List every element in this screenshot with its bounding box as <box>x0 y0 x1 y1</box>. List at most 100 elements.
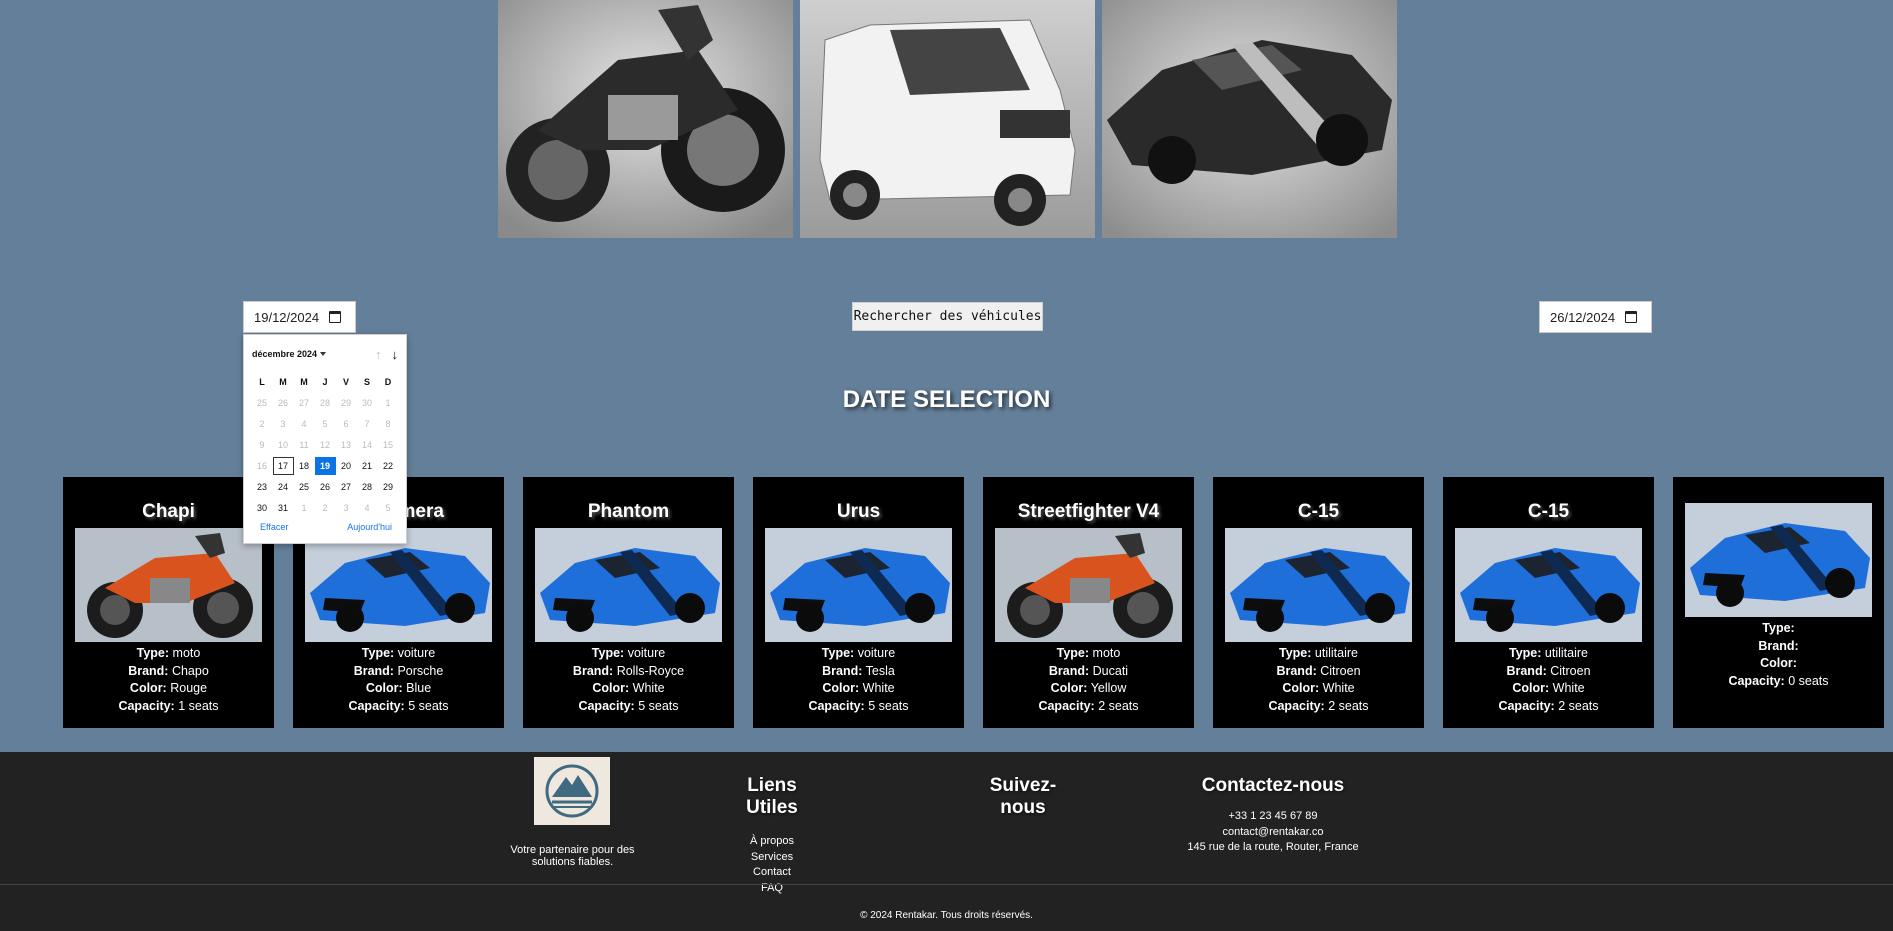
vehicle-brand: Brand: <box>1758 638 1799 653</box>
vehicle-image <box>305 528 492 642</box>
footer-link[interactable]: Services <box>722 850 822 866</box>
calendar-day[interactable]: 6 <box>336 415 357 433</box>
clear-button[interactable]: Effacer <box>260 522 288 532</box>
calendar-day[interactable]: 3 <box>336 499 357 517</box>
calendar-day[interactable]: 3 <box>273 415 294 433</box>
calendar-day[interactable]: 30 <box>357 394 378 412</box>
vehicle-capacity: Capacity: 1 seats <box>118 698 219 713</box>
calendar-day[interactable]: 22 <box>378 457 399 475</box>
calendar-day[interactable]: 27 <box>336 478 357 496</box>
calendar-day[interactable]: 15 <box>378 436 399 454</box>
footer-link[interactable]: À propos <box>722 834 822 850</box>
vehicle-color: Color: Yellow <box>1050 681 1127 696</box>
arrow-up-icon[interactable]: ↑ <box>375 347 382 362</box>
end-date-input[interactable]: 26/12/2024 <box>1539 301 1652 333</box>
vehicle-card[interactable]: Phantom Type: voiture Brand: Rolls-Royce Co… <box>523 477 734 728</box>
vehicle-brand: Brand: Porsche <box>353 663 444 678</box>
calendar-day[interactable]: 2 <box>252 415 273 433</box>
useful-links-title: Liens Utiles <box>746 775 798 818</box>
vehicle-brand: Brand: Tesla <box>822 663 895 678</box>
hero-image-van <box>800 0 1095 238</box>
vehicle-name: Streetfighter V4 <box>1017 501 1160 522</box>
calendar-day[interactable]: 18 <box>294 457 315 475</box>
calendar-day[interactable]: 10 <box>273 436 294 454</box>
vehicle-color: Color: White <box>592 681 665 696</box>
vehicle-image <box>765 528 952 642</box>
calendar-day[interactable]: 5 <box>315 415 336 433</box>
month-label: décembre 2024 <box>252 349 318 359</box>
vehicle-image <box>1685 503 1872 617</box>
vehicle-color: Color: Rouge <box>129 681 208 696</box>
hero-image-motorcycle <box>498 0 793 238</box>
date-picker-popup: décembre 2024 ↑ ↓ L M M J V S D 25 26 27 28 29 30 1 2 3… <box>243 334 407 544</box>
vehicle-type: Type: voiture <box>361 646 436 660</box>
vehicle-card[interactable]: Urus Type: voiture Brand: Tesla Color: Whit… <box>753 477 964 728</box>
calendar-day[interactable]: 25 <box>294 478 315 496</box>
vehicle-capacity: Capacity: 0 seats <box>1728 673 1829 688</box>
calendar-day[interactable]: 16 <box>252 457 273 475</box>
calendar-day[interactable]: 30 <box>252 499 273 517</box>
calendar-day[interactable]: 17 <box>272 457 294 475</box>
calendar-day[interactable]: 1 <box>294 499 315 517</box>
calendar-day[interactable]: 27 <box>294 394 315 412</box>
search-vehicles-button[interactable]: Rechercher des véhicules <box>852 302 1043 331</box>
contact-title: Contactez-nous <box>1201 775 1345 796</box>
calendar-day[interactable]: 28 <box>357 478 378 496</box>
calendar-day[interactable]: 21 <box>357 457 378 475</box>
vehicle-type: Type: <box>1762 621 1795 635</box>
footer-tagline: Votre partenaire pour des solutions fiab… <box>510 844 635 868</box>
hero-image-sportscar <box>1102 0 1397 238</box>
start-date-input[interactable]: 19/12/2024 <box>243 301 356 333</box>
vehicle-name: Urus <box>836 501 881 522</box>
calendar-day[interactable]: 1 <box>378 394 399 412</box>
arrow-down-icon[interactable]: ↓ <box>392 347 399 362</box>
contact-phone: +33 1 23 45 67 89 <box>1228 810 1318 822</box>
weekday-label: V <box>342 377 349 387</box>
vehicle-image <box>995 528 1182 642</box>
vehicle-type: Type: moto <box>1056 646 1121 660</box>
vehicle-brand: Brand: Citroen <box>1506 663 1591 678</box>
vehicle-brand: Brand: Citroen <box>1276 663 1361 678</box>
footer-link[interactable]: FAQ <box>722 881 822 897</box>
vehicle-brand: Brand: Rolls-Royce <box>572 663 685 678</box>
contact-email: contact@rentakar.co <box>1222 825 1324 838</box>
today-button[interactable]: Aujourd'hui <box>347 522 392 532</box>
calendar-day[interactable]: 25 <box>252 394 273 412</box>
footer-link[interactable]: Contact <box>722 865 822 881</box>
calendar-day[interactable]: 31 <box>273 499 294 517</box>
calendar-day[interactable]: 19 <box>314 457 336 475</box>
calendar-day[interactable]: 9 <box>252 436 273 454</box>
calendar-day[interactable]: 29 <box>336 394 357 412</box>
calendar-day[interactable]: 8 <box>378 415 399 433</box>
vehicle-image <box>535 528 722 642</box>
weekday-label: M <box>300 377 308 387</box>
calendar-day[interactable]: 2 <box>315 499 336 517</box>
calendar-day[interactable]: 26 <box>315 478 336 496</box>
vehicle-card[interactable]: C-15 Type: utilitaire Brand: Citroen Color:… <box>1213 477 1424 728</box>
calendar-day[interactable]: 4 <box>294 415 315 433</box>
calendar-day[interactable]: 11 <box>294 436 315 454</box>
vehicle-color: Color: White <box>1512 681 1585 696</box>
vehicle-brand: Brand: Chapo <box>128 663 209 678</box>
calendar-day[interactable]: 4 <box>357 499 378 517</box>
calendar-icon[interactable] <box>329 311 342 323</box>
calendar-day[interactable]: 23 <box>252 478 273 496</box>
vehicle-card[interactable]: C-15 Type: utilitaire Brand: Citroen Color:… <box>1443 477 1654 728</box>
calendar-day[interactable]: 12 <box>315 436 336 454</box>
month-selector[interactable]: décembre 2024 <box>252 349 327 359</box>
calendar-icon[interactable] <box>1625 311 1638 323</box>
calendar-day[interactable]: 26 <box>273 394 294 412</box>
calendar-day[interactable]: 28 <box>315 394 336 412</box>
calendar-day[interactable]: 20 <box>336 457 357 475</box>
calendar-day[interactable]: 5 <box>378 499 399 517</box>
vehicle-card[interactable]: Streetfighter V4 Type: moto Brand: Ducati C… <box>983 477 1194 728</box>
contact-section: Contactez-nous +33 1 23 45 67 89 contact… <box>1180 775 1366 856</box>
calendar-day[interactable]: 24 <box>273 478 294 496</box>
vehicle-card[interactable]: Type: Brand: Color: Capacity: 0 seats <box>1673 477 1884 728</box>
vehicle-brand: Brand: Ducati <box>1048 663 1129 678</box>
calendar-day[interactable]: 14 <box>357 436 378 454</box>
calendar-day[interactable]: 7 <box>357 415 378 433</box>
calendar-day[interactable]: 29 <box>378 478 399 496</box>
vehicle-type: Type: voiture <box>821 646 896 660</box>
calendar-day[interactable]: 13 <box>336 436 357 454</box>
